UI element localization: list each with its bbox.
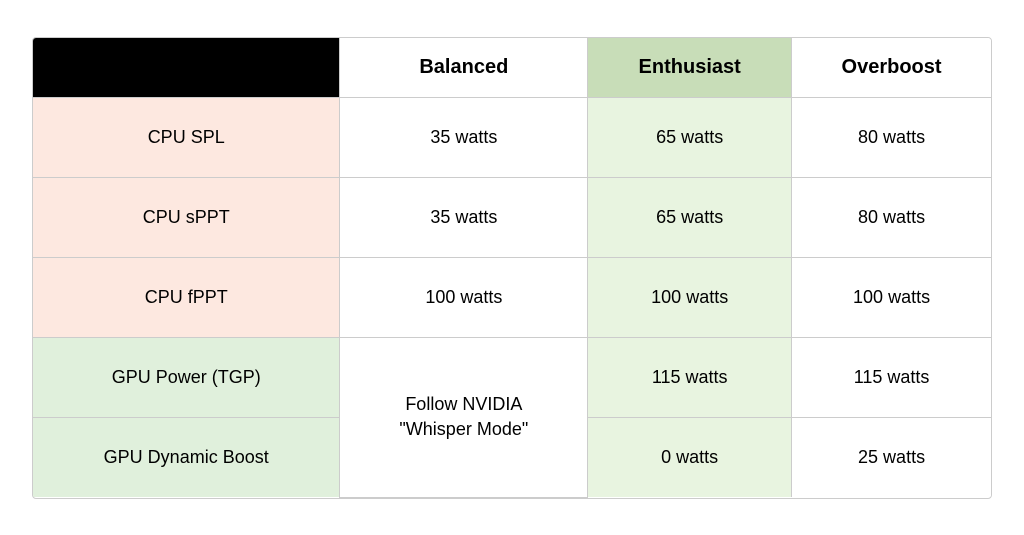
row-overboost-cpu-fppt: 100 watts <box>792 257 991 337</box>
row-overboost-cpu-spl: 80 watts <box>792 97 991 177</box>
row-label-gpu-boost: GPU Dynamic Boost <box>33 417 340 497</box>
row-enthusiast-cpu-fppt: 100 watts <box>588 257 792 337</box>
table-row-cpu-sppt: CPU sPPT35 watts65 watts80 watts <box>33 177 991 257</box>
header-col-label <box>33 38 340 98</box>
row-label-cpu-spl: CPU SPL <box>33 97 340 177</box>
row-enthusiast-gpu-power: 115 watts <box>588 337 792 417</box>
table-row-cpu-spl: CPU SPL35 watts65 watts80 watts <box>33 97 991 177</box>
row-enthusiast-cpu-sppt: 65 watts <box>588 177 792 257</box>
row-overboost-gpu-power: 115 watts <box>792 337 991 417</box>
comparison-table: Balanced Enthusiast Overboost CPU SPL35 … <box>32 37 992 499</box>
header-col-enthusiast: Enthusiast <box>588 38 792 98</box>
row-enthusiast-gpu-boost: 0 watts <box>588 417 792 497</box>
row-balanced-cpu-fppt: 100 watts <box>340 257 588 337</box>
row-label-cpu-sppt: CPU sPPT <box>33 177 340 257</box>
table-row-gpu-power: GPU Power (TGP)Follow NVIDIA"Whisper Mod… <box>33 337 991 417</box>
row-overboost-cpu-sppt: 80 watts <box>792 177 991 257</box>
row-overboost-gpu-boost: 25 watts <box>792 417 991 497</box>
row-label-cpu-fppt: CPU fPPT <box>33 257 340 337</box>
row-balanced-gpu-merged: Follow NVIDIA"Whisper Mode" <box>340 337 588 497</box>
header-col-overboost: Overboost <box>792 38 991 98</box>
header-row: Balanced Enthusiast Overboost <box>33 38 991 98</box>
row-enthusiast-cpu-spl: 65 watts <box>588 97 792 177</box>
row-balanced-cpu-spl: 35 watts <box>340 97 588 177</box>
row-balanced-cpu-sppt: 35 watts <box>340 177 588 257</box>
table-row-cpu-fppt: CPU fPPT100 watts100 watts100 watts <box>33 257 991 337</box>
header-col-balanced: Balanced <box>340 38 588 98</box>
row-label-gpu-power: GPU Power (TGP) <box>33 337 340 417</box>
